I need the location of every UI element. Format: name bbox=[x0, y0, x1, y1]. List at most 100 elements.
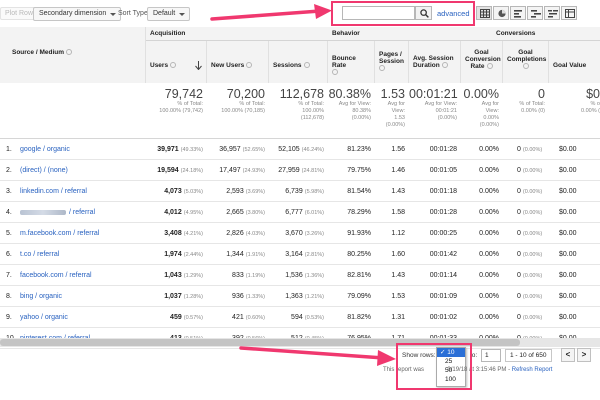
goal-conversion-rate-column-header[interactable]: Goal Conversion Rate bbox=[461, 41, 503, 83]
help-icon[interactable] bbox=[522, 63, 529, 70]
users-cell: 1,037 (1.28%) bbox=[164, 293, 203, 300]
table-row[interactable]: 6. t.co / referral 1,974 (2.44%) 1,344 (1.91%… bbox=[0, 244, 600, 265]
row-index: 5. bbox=[6, 230, 12, 237]
avg-session-duration-column-header[interactable]: Avg. Session Duration bbox=[409, 41, 461, 83]
sessions-cell: 1,536 (1.36%) bbox=[285, 272, 324, 279]
help-icon[interactable] bbox=[303, 62, 310, 69]
table-row[interactable]: 1. google / organic 39,971 (49.33%) 36,957 (5… bbox=[0, 139, 600, 160]
session-duration-cell: 00:01:14 bbox=[429, 272, 457, 279]
table-view-button[interactable] bbox=[476, 6, 492, 20]
source-medium-link[interactable]: facebook.com / referral bbox=[20, 272, 92, 279]
table-row[interactable]: 2. (direct) / (none) 19,594 (24.18%) 17,497(… bbox=[0, 160, 600, 181]
table-row[interactable]: 3. linkedin.com / referral 4,073 (5.03%) 2,5… bbox=[0, 181, 600, 202]
row-index: 9. bbox=[6, 314, 12, 321]
comparison-icon bbox=[531, 10, 541, 18]
help-icon[interactable] bbox=[170, 62, 177, 69]
acquisition-group-header: Acquisition bbox=[146, 27, 328, 41]
goal-completions-cell: 0(0.00%) bbox=[517, 209, 543, 216]
source-medium-link[interactable]: (direct) / (none) bbox=[20, 167, 68, 174]
help-icon[interactable] bbox=[486, 63, 493, 70]
help-icon[interactable] bbox=[66, 49, 73, 56]
pages-session-cell: 1.46 bbox=[391, 167, 405, 174]
source-medium-link[interactable]: / referral bbox=[20, 209, 95, 216]
grid-icon bbox=[480, 9, 490, 18]
source-medium-column-header[interactable]: Source / Medium bbox=[0, 27, 146, 83]
sessions-cell: 52,105 (46.24%) bbox=[278, 146, 324, 153]
bounce-rate-cell: 81.23% bbox=[347, 146, 371, 153]
users-cell: 19,594 (24.18%) bbox=[157, 167, 203, 174]
table-row[interactable]: 4. / referral 4,012 (4.95%) 2,665 (3.80%) 6,77… bbox=[0, 202, 600, 223]
goal-value-cell: $0.00 bbox=[559, 230, 577, 237]
new-users-cell: 2,665 (3.80%) bbox=[226, 209, 265, 216]
source-medium-link[interactable]: bing / organic bbox=[20, 293, 62, 300]
pages-session-column-header[interactable]: Pages / Session bbox=[375, 41, 409, 83]
new-users-cell: 833 (1.19%) bbox=[232, 272, 265, 279]
row-index: 8. bbox=[6, 293, 12, 300]
source-medium-link[interactable]: linkedin.com / referral bbox=[20, 188, 87, 195]
new-users-cell: 17,497 (24.93%) bbox=[219, 167, 265, 174]
users-cell: 4,012 (4.95%) bbox=[164, 209, 203, 216]
comparison-view-button[interactable] bbox=[527, 6, 543, 20]
source-medium-link[interactable]: google / organic bbox=[20, 146, 70, 153]
session-duration-cell: 00:00:25 bbox=[429, 230, 457, 237]
users-cell: 459 (0.57%) bbox=[170, 314, 203, 321]
source-medium-link[interactable]: m.facebook.com / referral bbox=[20, 230, 99, 237]
pages-session-cell: 1.43 bbox=[391, 272, 405, 279]
total-goal-completions: 0% of Total: 0.00% (0) bbox=[519, 87, 545, 114]
goal-conversion-rate-label: Goal Conversion Rate bbox=[465, 49, 501, 70]
pivot-view-button[interactable] bbox=[561, 6, 577, 20]
bounce-rate-column-header[interactable]: Bounce Rate bbox=[328, 41, 375, 83]
table-row[interactable]: 9. yahoo / organic 459 (0.57%) 421 (0.60%) 594… bbox=[0, 307, 600, 328]
pages-session-cell: 1.53 bbox=[391, 293, 405, 300]
session-duration-cell: 00:01:09 bbox=[429, 293, 457, 300]
help-icon[interactable] bbox=[246, 62, 253, 69]
previous-page-button[interactable]: < bbox=[561, 348, 575, 362]
table-row[interactable]: 8. bing / organic 1,037 (1.28%) 936 (1.33%) 1,… bbox=[0, 286, 600, 307]
pie-view-button[interactable] bbox=[493, 6, 509, 20]
new-users-cell: 421 (0.60%) bbox=[232, 314, 265, 321]
table-row[interactable]: 5. m.facebook.com / referral 3,408 (4.21%) 2… bbox=[0, 223, 600, 244]
source-medium-link[interactable]: yahoo / organic bbox=[20, 314, 68, 321]
users-cell: 3,408 (4.21%) bbox=[164, 230, 203, 237]
session-duration-cell: 00:01:02 bbox=[429, 314, 457, 321]
conversion-rate-cell: 0.00% bbox=[479, 272, 499, 279]
secondary-dimension-dropdown[interactable]: Secondary dimension bbox=[33, 7, 122, 21]
sort-descending-icon[interactable] bbox=[195, 61, 202, 70]
show-rows-highlight-annotation bbox=[396, 343, 472, 390]
pages-session-cell: 1.56 bbox=[391, 146, 405, 153]
row-index: 3. bbox=[6, 188, 12, 195]
help-icon[interactable] bbox=[332, 69, 338, 76]
new-users-column-header[interactable]: New Users bbox=[207, 41, 269, 83]
sort-type-dropdown[interactable]: Default bbox=[147, 7, 191, 21]
help-icon[interactable] bbox=[441, 62, 448, 69]
conversion-rate-cell: 0.00% bbox=[479, 146, 499, 153]
bounce-rate-cell: 81.54% bbox=[347, 188, 371, 195]
total-goal-value: $0% o 0.00% ( bbox=[581, 87, 600, 114]
behavior-group-header: Behavior bbox=[328, 27, 492, 41]
bounce-rate-cell: 81.82% bbox=[347, 314, 371, 321]
new-users-cell: 2,826 (4.03%) bbox=[226, 230, 265, 237]
users-cell: 4,073 (5.03%) bbox=[164, 188, 203, 195]
term-cloud-view-button[interactable] bbox=[544, 6, 560, 20]
source-medium-link[interactable]: t.co / referral bbox=[20, 251, 59, 258]
conversion-rate-cell: 0.00% bbox=[479, 167, 499, 174]
goal-value-cell: $0.00 bbox=[559, 146, 577, 153]
goal-completions-label: Goal Completions bbox=[507, 49, 547, 63]
bounce-rate-cell: 80.25% bbox=[347, 251, 371, 258]
goto-page-input[interactable]: 1 bbox=[481, 349, 501, 362]
refresh-report-link[interactable]: Refresh Report bbox=[512, 367, 553, 373]
row-index: 4. bbox=[6, 209, 12, 216]
session-duration-cell: 00:01:18 bbox=[429, 188, 457, 195]
next-page-button[interactable]: > bbox=[577, 348, 591, 362]
bounce-rate-cell: 79.75% bbox=[347, 167, 371, 174]
goal-value-column-header[interactable]: Goal Value bbox=[549, 41, 600, 83]
performance-view-button[interactable] bbox=[510, 6, 526, 20]
sessions-cell: 27,959 (24.81%) bbox=[278, 167, 324, 174]
goal-completions-cell: 0(0.00%) bbox=[517, 251, 543, 258]
sessions-cell: 1,363 (1.21%) bbox=[285, 293, 324, 300]
sessions-column-header[interactable]: Sessions bbox=[269, 41, 328, 83]
help-icon[interactable] bbox=[379, 65, 385, 72]
users-column-header[interactable]: Users bbox=[146, 41, 207, 83]
table-row[interactable]: 7. facebook.com / referral 1,043 (1.29%) 833… bbox=[0, 265, 600, 286]
goal-completions-column-header[interactable]: Goal Completions bbox=[503, 41, 549, 83]
